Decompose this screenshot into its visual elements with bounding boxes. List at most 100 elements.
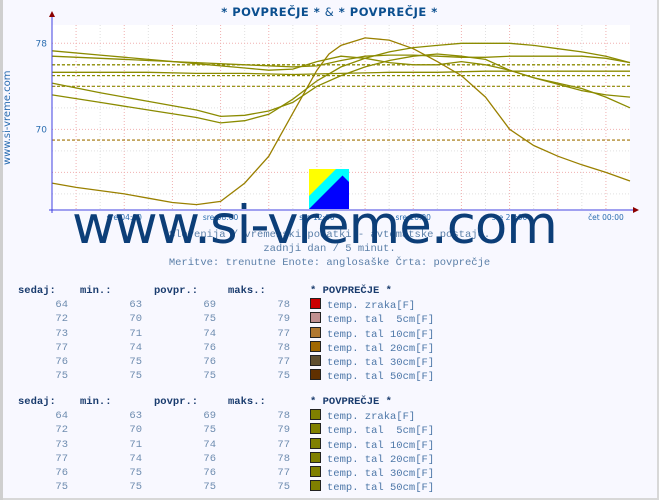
cell-avg: 69 xyxy=(203,299,216,312)
table-row: 72 70 75 79 temp. tal 5cm[F] xyxy=(18,312,434,326)
color-swatch-icon xyxy=(310,312,321,324)
column-header: * POVPREČJE * xyxy=(310,396,392,409)
legend-label: temp. tal 10cm[F] xyxy=(327,439,435,452)
cell-max: 77 xyxy=(277,467,290,480)
table-row: 72 70 75 79 temp. tal 5cm[F] xyxy=(18,423,434,437)
cell-now: 75 xyxy=(55,481,68,494)
legend-label: temp. tal 20cm[F] xyxy=(327,342,435,355)
cell-now: 73 xyxy=(55,438,68,451)
cell-max: 77 xyxy=(277,356,290,369)
color-swatch-icon xyxy=(310,326,321,338)
cell-min: 63 xyxy=(129,299,142,312)
cell-avg: 76 xyxy=(203,341,216,354)
cell-now: 76 xyxy=(55,356,68,369)
cell-now: 72 xyxy=(55,313,68,326)
cell-now: 64 xyxy=(55,410,68,423)
table-row: 64 63 69 78 temp. zraka[F] xyxy=(18,409,434,423)
cell-max: 75 xyxy=(277,370,290,383)
cell-now: 76 xyxy=(55,467,68,480)
watermark: www.si-vreme.com xyxy=(72,195,558,256)
legend-label: temp. tal 50cm[F] xyxy=(327,371,435,384)
table-row: 77 74 76 78 temp. tal 20cm[F] xyxy=(18,340,435,355)
cell-max: 75 xyxy=(277,481,290,494)
y-tick-label: 70 xyxy=(36,125,48,135)
cell-avg: 75 xyxy=(203,313,216,326)
color-swatch-icon xyxy=(310,437,321,449)
x-tick-label: čet 00:00 xyxy=(588,213,624,222)
cell-max: 79 xyxy=(277,313,290,326)
table-row: 76 75 76 77 temp. tal 30cm[F] xyxy=(18,466,434,480)
color-swatch-icon xyxy=(310,298,321,310)
cell-avg: 75 xyxy=(203,370,216,383)
column-header: maks.: xyxy=(228,396,266,409)
cell-min: 75 xyxy=(129,356,142,369)
color-swatch-icon xyxy=(310,423,321,435)
legend-cell: temp. tal 30cm[F] xyxy=(302,466,434,480)
y-tick-label: 78 xyxy=(36,39,48,49)
column-header: min.: xyxy=(80,396,112,409)
color-swatch-icon xyxy=(310,409,321,421)
column-header: povpr.: xyxy=(154,396,199,409)
table-row: 64 63 69 78 temp. zraka[F] xyxy=(18,298,434,312)
legend-label: temp. tal 5cm[F] xyxy=(327,425,435,438)
cell-min: 70 xyxy=(129,313,142,326)
legend-cell: temp. tal 50cm[F] xyxy=(302,480,434,494)
legend-cell: temp. tal 30cm[F] xyxy=(302,355,434,369)
column-header: sedaj: xyxy=(18,396,56,409)
cell-now: 64 xyxy=(55,299,68,312)
column-header: sedaj: xyxy=(18,285,56,298)
cell-max: 78 xyxy=(277,410,290,423)
table-row: 75 75 75 75 temp. tal 50cm[F] xyxy=(18,369,434,383)
subtitle-line-3: Meritve: trenutne Enote: anglosaške Črta… xyxy=(168,257,491,269)
table-header-row: sedaj: min.: povpr.: maks.: * POVPREČJE * xyxy=(18,395,434,409)
cell-avg: 75 xyxy=(203,424,216,437)
cell-max: 77 xyxy=(277,327,290,340)
cell-max: 77 xyxy=(277,438,290,451)
color-swatch-icon xyxy=(310,355,321,367)
legend-label: temp. zraka[F] xyxy=(327,300,416,313)
color-swatch-icon xyxy=(310,451,321,463)
column-header: min.: xyxy=(80,285,112,298)
cell-now: 75 xyxy=(55,370,68,383)
legend-label: temp. tal 20cm[F] xyxy=(327,453,435,466)
legend-label: temp. zraka[F] xyxy=(327,411,416,424)
legend-cell: temp. zraka[F] xyxy=(302,298,434,312)
cell-min: 70 xyxy=(129,424,142,437)
table-row: 76 75 76 77 temp. tal 30cm[F] xyxy=(18,355,434,369)
cell-avg: 74 xyxy=(203,327,216,340)
column-header: povpr.: xyxy=(154,285,199,298)
cell-min: 75 xyxy=(129,467,142,480)
table-row: 77 74 76 78 temp. tal 20cm[F] xyxy=(18,451,435,466)
color-swatch-icon xyxy=(310,480,321,492)
legend-cell: temp. tal 50cm[F] xyxy=(302,369,434,383)
legend-cell: temp. tal 20cm[F] xyxy=(302,340,435,355)
cell-max: 79 xyxy=(277,424,290,437)
table-header-row: sedaj: min.: povpr.: maks.: * POVPREČJE * xyxy=(18,284,434,298)
table-row: 75 75 75 75 temp. tal 50cm[F] xyxy=(18,480,434,494)
y-axis-arrow xyxy=(49,11,55,17)
legend-label: temp. tal 50cm[F] xyxy=(327,482,435,495)
legend-cell: temp. tal 20cm[F] xyxy=(302,451,435,466)
color-swatch-icon xyxy=(310,340,321,352)
legend-label: temp. tal 10cm[F] xyxy=(327,328,435,341)
legend-cell: temp. tal 10cm[F] xyxy=(302,437,435,452)
cell-min: 74 xyxy=(129,341,142,354)
legend-cell: temp. tal 5cm[F] xyxy=(302,423,434,437)
legend-label: temp. tal 30cm[F] xyxy=(327,468,435,481)
cell-now: 73 xyxy=(55,327,68,340)
legend-label: temp. tal 30cm[F] xyxy=(327,357,435,370)
table-row: 73 71 74 77 temp. tal 10cm[F] xyxy=(18,437,435,452)
cell-max: 78 xyxy=(277,452,290,465)
cell-min: 71 xyxy=(129,438,142,451)
cell-avg: 74 xyxy=(203,438,216,451)
column-header: * POVPREČJE * xyxy=(310,285,392,298)
column-header: maks.: xyxy=(228,285,266,298)
cell-now: 77 xyxy=(55,341,68,354)
legend-cell: temp. tal 5cm[F] xyxy=(302,312,434,326)
stats-table-1: sedaj: min.: povpr.: maks.: * POVPREČJE * 64 6… xyxy=(18,284,434,383)
cell-max: 78 xyxy=(277,299,290,312)
legend-cell: temp. zraka[F] xyxy=(302,409,434,423)
cell-avg: 76 xyxy=(203,467,216,480)
cell-min: 71 xyxy=(129,327,142,340)
cell-avg: 75 xyxy=(203,481,216,494)
